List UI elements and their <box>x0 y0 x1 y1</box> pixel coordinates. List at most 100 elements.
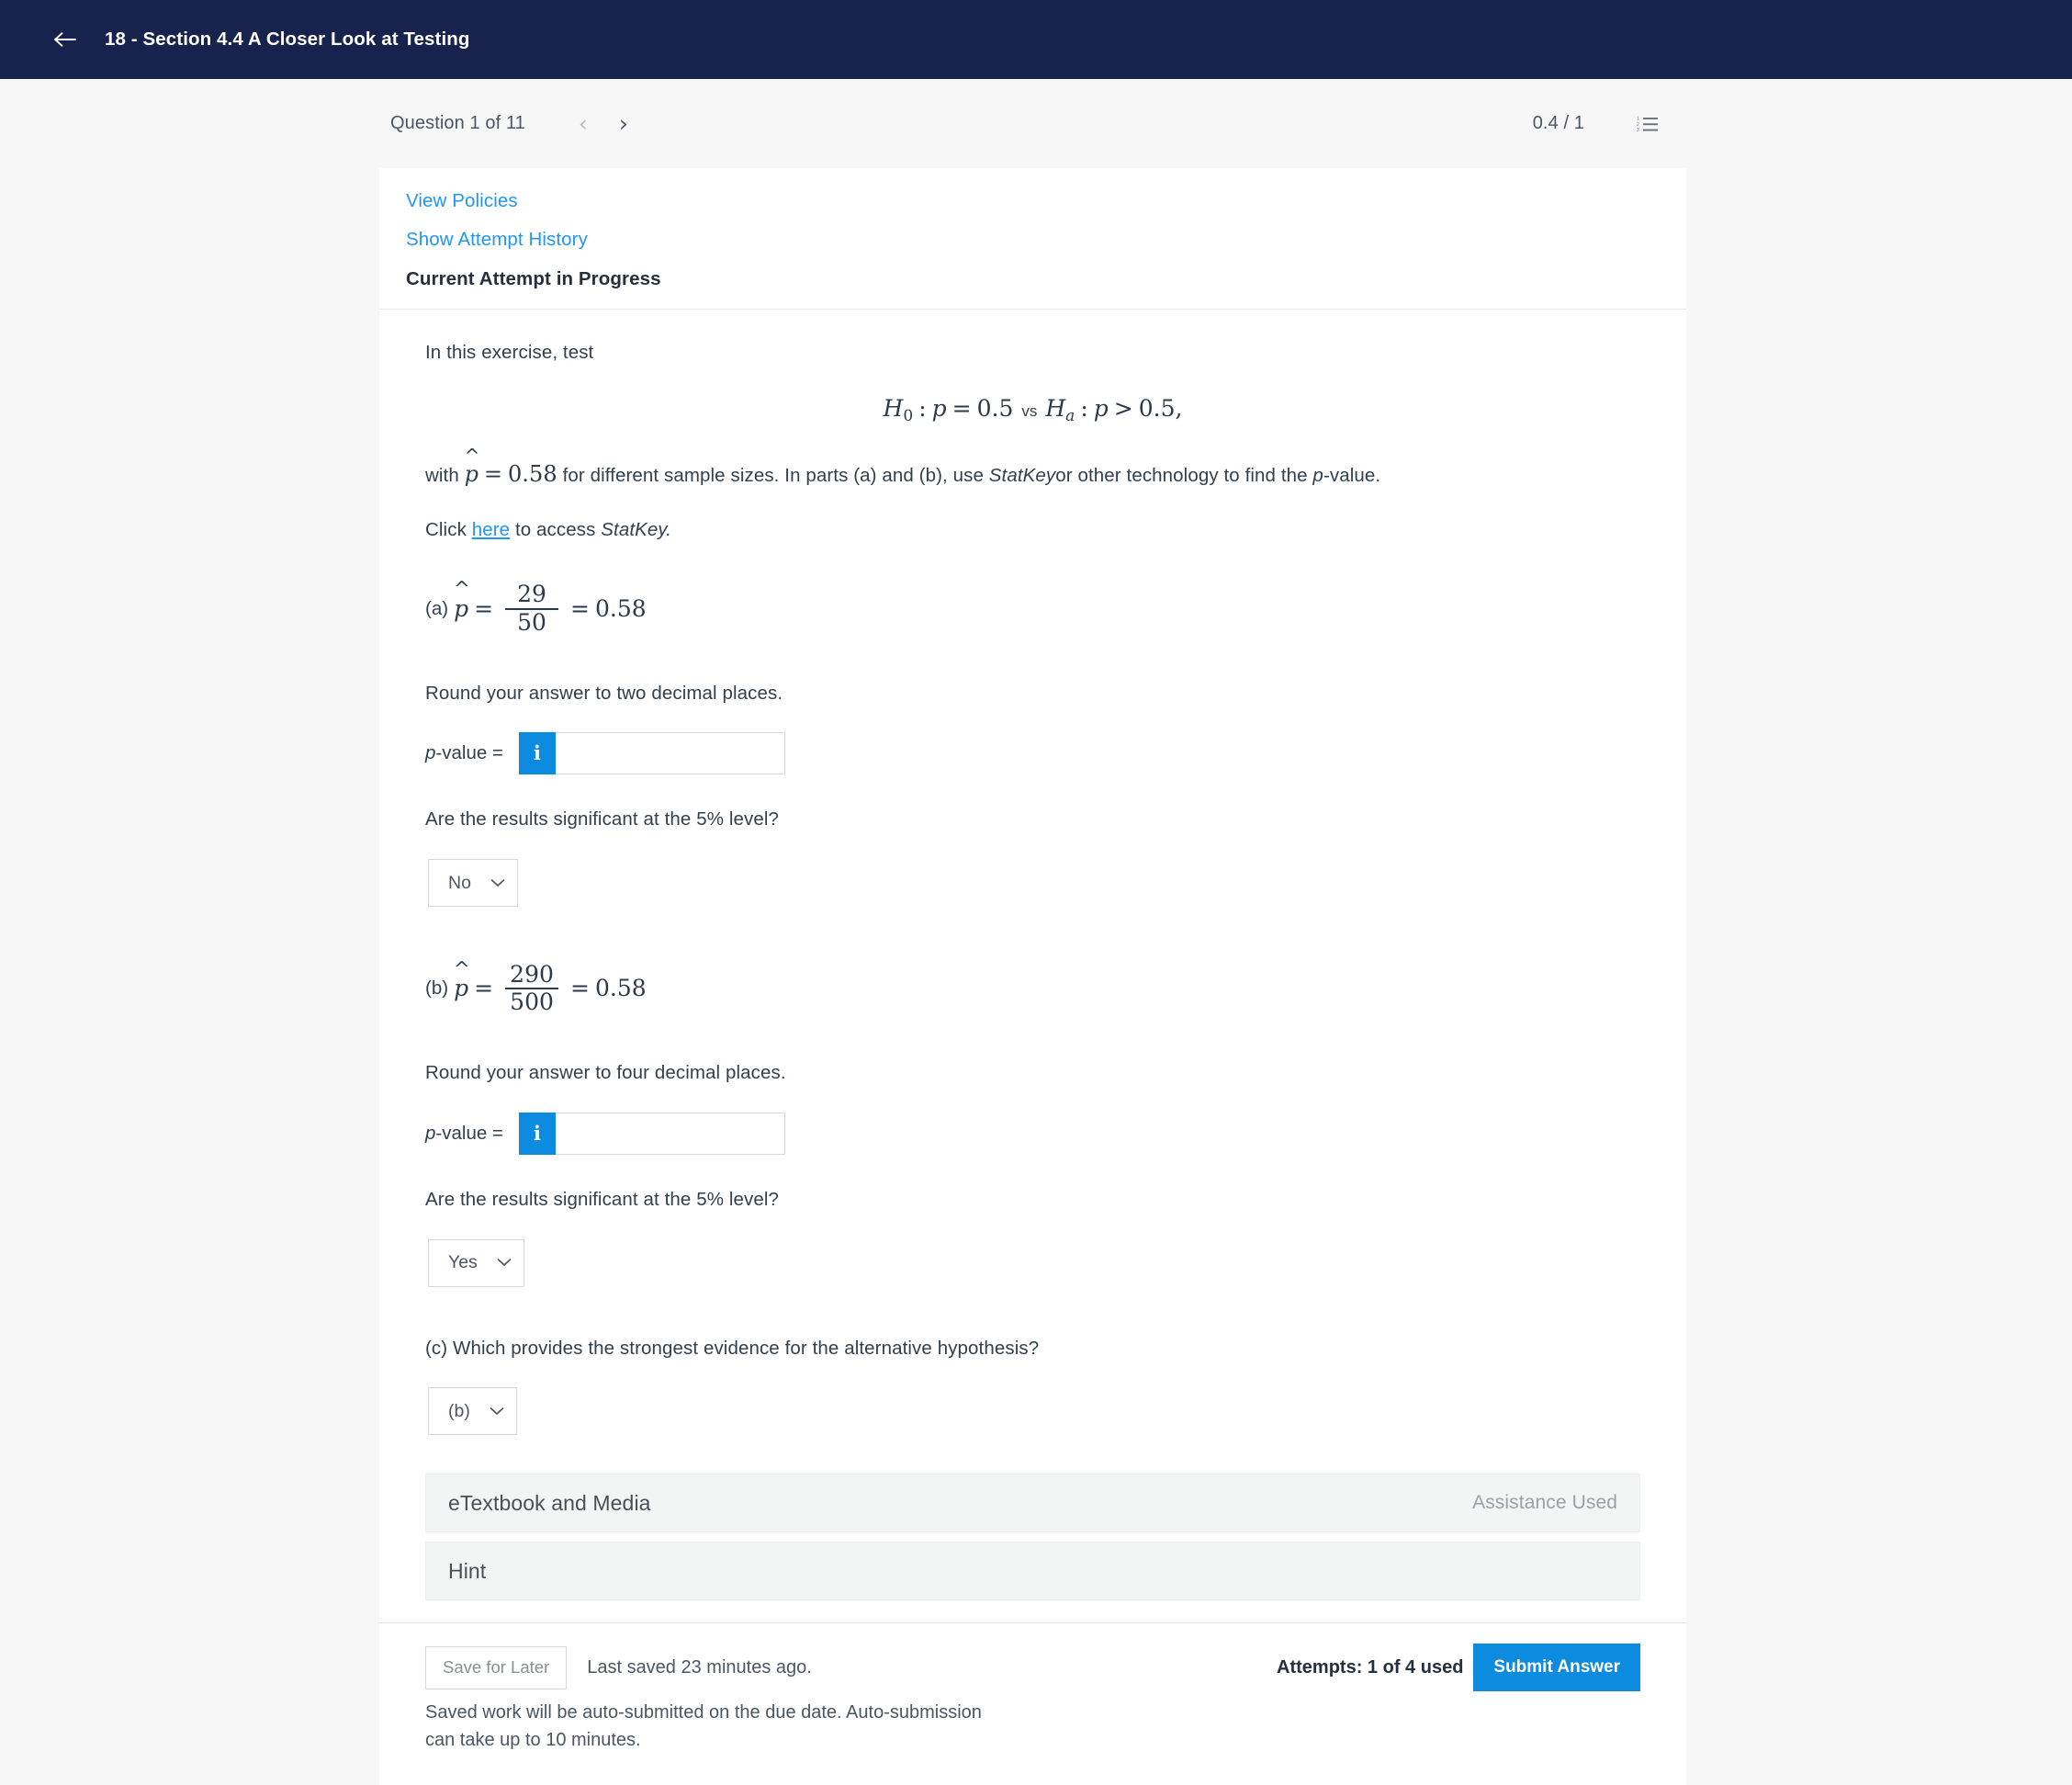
hint-panel-title: Hint <box>448 1558 487 1583</box>
h0-symbol: H <box>883 394 904 422</box>
info-icon[interactable]: i <box>518 732 556 775</box>
with-value: 0.58 <box>507 461 557 488</box>
click-word: Click <box>425 518 467 540</box>
part-a-select-block: No <box>425 859 1640 908</box>
part-c-select-block: (b) <box>425 1387 1640 1436</box>
hypothesis-formula: H0: p = 0.5 vs Ha: p >0.5, <box>425 392 1640 427</box>
vs-text: vs <box>1021 401 1038 420</box>
part-a-formula: (a) ^ p = 29 50 = 0.58 <box>425 575 1640 643</box>
question-counter: Question 1 of 11 <box>390 113 525 133</box>
statkey-mention-2: StatKey. <box>601 518 672 540</box>
part-a-answer-input[interactable] <box>555 732 785 775</box>
part-a-significance-select[interactable]: No <box>428 859 518 908</box>
question-card: View Policies Show Attempt History Curre… <box>379 168 1686 1785</box>
last-saved-status: Last saved 23 minutes ago. <box>587 1656 812 1678</box>
part-b-equals-1: = <box>474 974 494 1001</box>
back-arrow-icon[interactable] <box>51 26 79 53</box>
assistance-used-label: Assistance Used <box>1472 1492 1617 1514</box>
numbered-list-icon[interactable]: 1 2 3 <box>1636 114 1660 134</box>
footer-action-row: Save for Later Last saved 23 minutes ago… <box>425 1644 1640 1692</box>
page-body: Question 1 of 11 ‹ › 0.4 / 1 1 2 3 View … <box>0 79 2072 1785</box>
part-a-pvalue-rest: -value = <box>435 742 503 764</box>
submit-answer-button[interactable]: Submit Answer <box>1473 1644 1640 1692</box>
h0-subscript: 0 <box>903 406 914 425</box>
part-b-significance-select[interactable]: Yes <box>428 1238 524 1287</box>
previous-question-button[interactable]: ‹ <box>579 112 588 135</box>
ha-colon: : <box>1080 394 1088 422</box>
page-title: 18 - Section 4.4 A Closer Look at Testin… <box>105 28 470 50</box>
part-a-round-instruction: Round your answer to two decimal places. <box>425 682 783 704</box>
etextbook-and-media-panel[interactable]: eTextbook and Media Assistance Used <box>425 1474 1640 1533</box>
ha-subscript: a <box>1065 406 1075 425</box>
current-attempt-heading: Current Attempt in Progress <box>406 268 661 289</box>
show-attempt-history-link[interactable]: Show Attempt History <box>406 230 1660 250</box>
chevron-down-icon <box>497 1255 512 1271</box>
question-body: In this exercise, test H0: p = 0.5 vs Ha: p >0.… <box>379 310 1686 1468</box>
part-a-pvalue-label: p-value = <box>425 740 503 767</box>
h0-colon: : <box>918 394 927 422</box>
part-c-question: (c) Which provides the strongest evidenc… <box>425 1337 1040 1359</box>
card-links-section: View Policies Show Attempt History Curre… <box>379 168 1686 309</box>
with-rest-2: or other technology to find the <box>1055 465 1308 487</box>
ha-symbol: H <box>1045 394 1066 422</box>
part-b-answer-input[interactable] <box>555 1112 785 1155</box>
pvalue-italic-p: p <box>1312 465 1323 487</box>
ha-p: p <box>1093 394 1109 422</box>
with-rest-1: for different sample sizes. In parts (a)… <box>562 465 984 487</box>
svg-text:1: 1 <box>1637 116 1639 121</box>
h0-value: 0.5 <box>976 394 1014 422</box>
question-status-strip: Question 1 of 11 ‹ › 0.4 / 1 1 2 3 <box>379 79 1686 168</box>
part-a-tag: (a) <box>425 597 449 619</box>
part-b-tag: (b) <box>425 977 449 1000</box>
h0-p: p <box>931 394 947 422</box>
click-here-line: Click here to access StatKey. <box>425 516 1640 544</box>
with-rest-3: -value. <box>1323 465 1381 487</box>
part-a-pvalue-row: p-value = i <box>425 732 1640 775</box>
statkey-here-link[interactable]: here <box>472 519 510 540</box>
part-b-select-block: Yes <box>425 1238 1640 1287</box>
intro-text: In this exercise, test <box>425 342 594 363</box>
part-a-equals-2: = <box>570 594 590 622</box>
save-for-later-button[interactable]: Save for Later <box>425 1645 568 1689</box>
part-b-round-instruction: Round your answer to four decimal places… <box>425 1062 786 1084</box>
part-b-pvalue-rest: -value = <box>435 1122 503 1144</box>
part-a-hat-accent: ^ <box>453 578 470 602</box>
part-a-result: 0.58 <box>594 594 647 622</box>
part-a-numerator: 29 <box>517 581 546 608</box>
etextbook-panel-title: eTextbook and Media <box>448 1490 651 1515</box>
part-a-pvalue-italic: p <box>425 742 436 764</box>
with-word: with <box>425 465 459 487</box>
part-b-pvalue-italic: p <box>425 1122 436 1144</box>
question-navigation: ‹ › <box>579 112 628 135</box>
with-equals: = <box>483 461 503 488</box>
h0-equals: = <box>952 394 972 422</box>
part-b-fraction: 290 500 <box>505 962 559 1015</box>
hint-panel[interactable]: Hint <box>425 1542 1640 1601</box>
view-policies-link[interactable]: View Policies <box>406 191 1660 211</box>
next-question-button[interactable]: › <box>619 112 628 135</box>
ha-value: 0.5, <box>1138 394 1183 422</box>
part-b-hat-accent: ^ <box>453 957 470 981</box>
with-phat-line: with ^ p = 0.58 for different sample size… <box>425 445 1640 491</box>
resource-panels: eTextbook and Media Assistance Used Hint <box>379 1468 1686 1601</box>
part-a-phat: ^ p <box>454 578 470 626</box>
card-footer: Save for Later Last saved 23 minutes ago… <box>379 1622 1686 1785</box>
part-a-denominator: 50 <box>517 608 546 636</box>
part-a-select-value: No <box>448 872 471 893</box>
statkey-mention-1: StatKey <box>988 465 1056 487</box>
svg-text:3: 3 <box>1637 128 1639 133</box>
part-c-answer-select[interactable]: (b) <box>428 1387 517 1436</box>
part-b-equals-2: = <box>570 974 590 1001</box>
svg-text:2: 2 <box>1637 121 1639 127</box>
part-b-significance-question: Are the results significant at the 5% le… <box>425 1188 779 1210</box>
part-b-result: 0.58 <box>594 974 647 1001</box>
part-b-select-value: Yes <box>448 1252 478 1273</box>
part-b-pvalue-row: p-value = i <box>425 1112 1640 1155</box>
attempts-counter: Attempts: 1 of 4 used <box>1277 1656 1464 1678</box>
chevron-down-icon <box>490 1404 504 1419</box>
info-icon[interactable]: i <box>518 1112 556 1155</box>
part-b-phat: ^ p <box>454 958 470 1005</box>
chevron-down-icon <box>490 876 505 891</box>
ha-gt: > <box>1113 394 1133 422</box>
part-b-pvalue-label: p-value = <box>425 1120 503 1147</box>
